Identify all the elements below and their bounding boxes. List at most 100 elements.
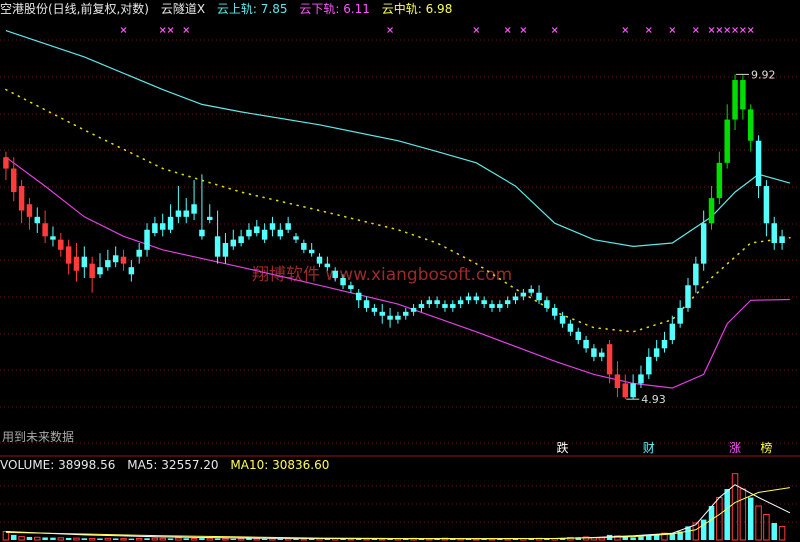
top-x-marker	[747, 27, 754, 33]
candle-body	[254, 226, 260, 234]
candle-body	[246, 229, 252, 237]
candle-body	[599, 352, 605, 357]
volume-bar	[50, 537, 56, 540]
upper-band-line	[5, 30, 791, 248]
candle-body	[112, 255, 119, 263]
volume-bar	[700, 519, 707, 540]
volume-bar	[378, 538, 386, 541]
candle-body	[316, 256, 323, 264]
candle-body	[622, 383, 629, 398]
volume-bar	[135, 537, 143, 541]
volume-bar	[167, 538, 174, 540]
top-x-marker	[716, 27, 723, 33]
candle-body	[65, 246, 72, 264]
volume-ma5-line	[5, 484, 791, 540]
candle-body	[700, 223, 707, 264]
volume-bar	[18, 536, 25, 541]
price-annotation: 9.92	[751, 68, 776, 81]
volume-bar	[716, 497, 723, 541]
top-x-marker	[520, 27, 527, 33]
volume-bar	[120, 538, 127, 541]
volume-bar	[598, 537, 606, 541]
top-x-marker	[622, 27, 629, 33]
candle-body	[716, 162, 723, 199]
top-x-marker	[739, 27, 746, 33]
candle-body	[677, 307, 683, 324]
top-x-marker	[120, 27, 127, 33]
volume-bar	[638, 536, 644, 540]
candle-body	[340, 277, 346, 286]
volume-bar	[293, 538, 299, 540]
volume-bar	[237, 538, 245, 541]
volume-bar	[246, 538, 252, 540]
volume-bar	[112, 538, 119, 540]
top-x-marker	[387, 27, 394, 33]
candle-body	[34, 216, 41, 224]
candle-body	[693, 263, 699, 286]
candle-body	[136, 249, 142, 257]
candle-body	[614, 374, 621, 388]
volume-bar	[104, 537, 112, 541]
volume-bar	[190, 537, 198, 541]
candle-body	[73, 256, 80, 271]
volume-bar	[26, 536, 33, 540]
candle-body	[159, 223, 166, 230]
candle-body	[175, 210, 182, 217]
candle-body	[301, 243, 307, 250]
volume-bar	[771, 523, 777, 540]
volume-series	[2, 473, 791, 541]
volume-bar	[42, 537, 48, 540]
candle-body	[363, 300, 370, 308]
volume-bar	[300, 538, 308, 541]
volume-bar	[183, 538, 189, 540]
volume-bar	[739, 488, 747, 541]
volume-bar	[11, 534, 17, 540]
volume-bar	[355, 538, 362, 540]
volume-bar	[347, 538, 355, 541]
volume-bar	[284, 538, 292, 541]
volume-bar	[731, 473, 739, 541]
candle-body	[293, 236, 299, 240]
candle-body	[575, 331, 581, 340]
candle-body	[708, 198, 715, 224]
volume-bar	[222, 538, 229, 541]
candle-body	[685, 285, 691, 308]
candle-body	[50, 236, 56, 240]
top-x-marker	[724, 27, 731, 33]
top-x-marker	[504, 27, 511, 33]
top-x-marker	[473, 27, 480, 33]
volume-bar	[151, 537, 159, 541]
top-x-marker	[159, 27, 166, 33]
top-x-marker	[551, 27, 558, 33]
candle-body	[3, 157, 9, 169]
candle-body	[544, 300, 550, 308]
candle-body	[199, 229, 205, 237]
candle-body	[285, 223, 291, 230]
candle-body	[638, 374, 644, 384]
candle-body	[277, 229, 284, 237]
candle-body	[747, 109, 754, 141]
volume-bar	[261, 538, 268, 540]
candle-body	[324, 263, 331, 268]
top-x-marker	[183, 27, 190, 33]
candle-body	[669, 323, 676, 340]
candle-body	[426, 300, 433, 305]
candle-body	[332, 270, 338, 278]
candle-body	[442, 304, 448, 308]
signal-label: 跌	[557, 440, 569, 455]
volume-bar	[97, 538, 103, 540]
candle-body	[559, 315, 566, 324]
top-x-marker	[732, 27, 738, 33]
lower-band-line	[5, 156, 790, 389]
price-annotation: 4.93	[641, 393, 666, 406]
candle-body	[504, 300, 511, 305]
stock-chart: 9.92 4.93 跌 财 涨 榜	[0, 27, 800, 541]
candle-body	[89, 263, 95, 278]
middle-dotted-line	[5, 88, 791, 333]
volume-bar	[128, 538, 135, 540]
signal-label: 财	[643, 441, 655, 455]
candle-body	[457, 300, 464, 305]
candle-body	[661, 339, 668, 349]
volume-bar	[763, 514, 770, 541]
candle-body	[120, 256, 127, 264]
